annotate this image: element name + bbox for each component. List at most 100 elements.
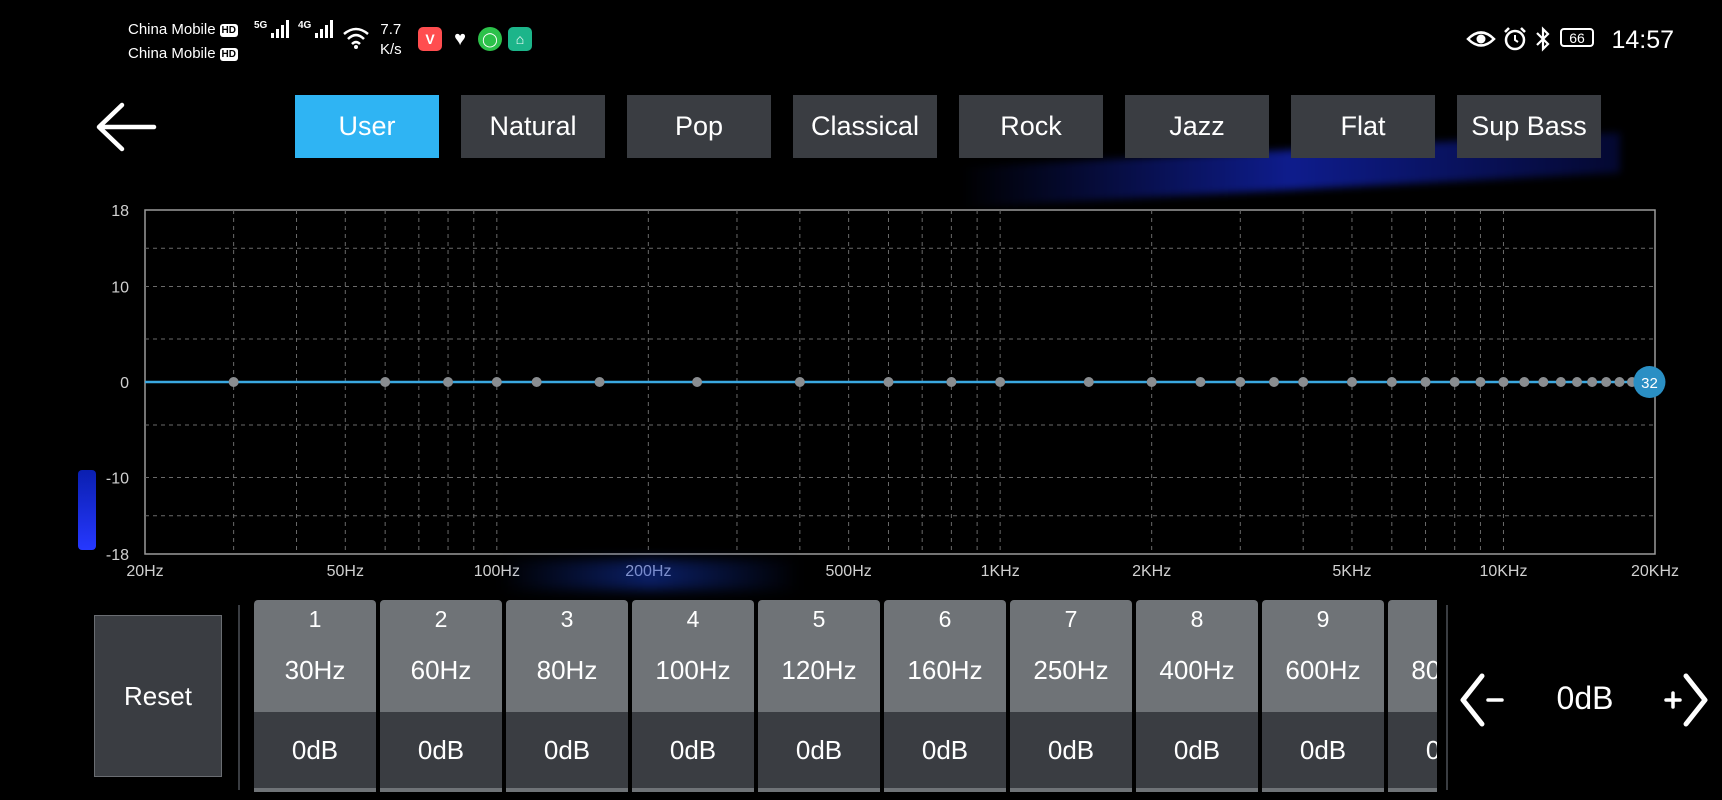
band-header[interactable]: 3 80Hz	[506, 600, 628, 712]
eq-curve-chart[interactable]: 18100-10-18 20Hz50Hz100Hz200Hz500Hz1KHz2…	[0, 190, 1722, 590]
signal-icon: 4G	[298, 20, 334, 38]
eq-point[interactable]	[794, 377, 805, 387]
band-header[interactable]: 9 600Hz	[1262, 600, 1384, 712]
carrier-name: China Mobile	[128, 45, 216, 62]
eq-point[interactable]	[1614, 377, 1625, 387]
band-header[interactable]: 4 100Hz	[632, 600, 754, 712]
band-item[interactable]: 2 60Hz 0dB	[380, 600, 502, 792]
eq-point[interactable]	[1572, 377, 1583, 387]
back-arrow-icon[interactable]	[94, 102, 158, 152]
eq-point[interactable]	[995, 377, 1006, 387]
eq-point[interactable]	[228, 377, 239, 387]
preset-tab-classical[interactable]: Classical	[793, 95, 937, 158]
gain-value: 0dB	[1556, 680, 1614, 716]
increase-gain-button[interactable]	[1660, 672, 1710, 728]
eq-point[interactable]	[1195, 377, 1206, 387]
carrier-info: China Mobile HD China Mobile HD	[128, 18, 238, 66]
band-frequency: 400Hz	[1159, 655, 1235, 685]
decrease-gain-button[interactable]	[1458, 672, 1508, 728]
preset-tab-user[interactable]: User	[295, 95, 439, 158]
eq-point[interactable]	[443, 377, 454, 387]
eq-point[interactable]	[1298, 377, 1309, 387]
battery-indicator: 66	[1560, 28, 1594, 47]
band-frequency: 250Hz	[1033, 655, 1109, 685]
band-gain: 0dB	[1010, 712, 1132, 792]
eq-point[interactable]	[946, 377, 957, 387]
network-type: 5G	[254, 20, 268, 31]
band-index: 9	[1316, 606, 1330, 632]
eq-point[interactable]	[1538, 377, 1549, 387]
eq-point[interactable]	[1083, 377, 1094, 387]
band-gain: 0dB	[506, 712, 628, 792]
band-item[interactable]: 5 120Hz 0dB	[758, 600, 880, 792]
eq-point[interactable]	[594, 377, 605, 387]
band-item[interactable]: 1 30Hz 0dB	[254, 600, 376, 792]
band-header[interactable]: 2 60Hz	[380, 600, 502, 712]
preset-tab-sup-bass[interactable]: Sup Bass	[1457, 95, 1601, 158]
band-index: 10	[1436, 606, 1437, 633]
band-header[interactable]: 5 120Hz	[758, 600, 880, 712]
eq-point[interactable]	[1587, 377, 1598, 387]
band-header[interactable]: 8 400Hz	[1136, 600, 1258, 712]
band-item[interactable]: 8 400Hz 0dB	[1136, 600, 1258, 792]
band-gain: 0dB	[758, 712, 880, 792]
eq-point[interactable]	[491, 377, 502, 387]
eq-point[interactable]	[531, 377, 542, 387]
x-tick-label: 20KHz	[1631, 563, 1679, 580]
preset-tab-jazz[interactable]: Jazz	[1125, 95, 1269, 158]
eq-point[interactable]	[1235, 377, 1246, 387]
band-index: 1	[308, 606, 322, 632]
band-item[interactable]: 6 160Hz 0dB	[884, 600, 1006, 792]
band-header[interactable]: 10 800Hz	[1388, 600, 1437, 712]
eq-point[interactable]	[883, 377, 894, 387]
eq-point[interactable]	[692, 377, 703, 387]
preset-tabs: User Natural Pop Classical Rock Jazz Fla…	[295, 95, 1601, 158]
hd-badge: HD	[219, 23, 238, 37]
preset-tab-pop[interactable]: Pop	[627, 95, 771, 158]
health-icon: ♥	[454, 27, 466, 50]
eq-point[interactable]	[1420, 377, 1431, 387]
selected-point-label: 32	[1641, 375, 1658, 392]
eq-point[interactable]	[1386, 377, 1397, 387]
band-item[interactable]: 9 600Hz 0dB	[1262, 600, 1384, 792]
eq-point[interactable]	[1475, 377, 1486, 387]
band-item[interactable]: 3 80Hz 0dB	[506, 600, 628, 792]
eq-point[interactable]	[1555, 377, 1566, 387]
band-header[interactable]: 1 30Hz	[254, 600, 376, 712]
eq-point[interactable]	[380, 377, 391, 387]
preset-tab-natural[interactable]: Natural	[461, 95, 605, 158]
band-item[interactable]: 7 250Hz 0dB	[1010, 600, 1132, 792]
band-index: 7	[1064, 606, 1078, 632]
band-header[interactable]: 7 250Hz	[1010, 600, 1132, 712]
y-tick-label: 18	[111, 203, 129, 220]
wifi-icon	[343, 27, 369, 49]
band-header[interactable]: 6 160Hz	[884, 600, 1006, 712]
preset-tab-rock[interactable]: Rock	[959, 95, 1103, 158]
x-tick-label: 1KHz	[981, 563, 1020, 580]
eq-point[interactable]	[1498, 377, 1509, 387]
band-item[interactable]: 10 800Hz 0dB	[1388, 600, 1437, 792]
eq-point[interactable]	[1146, 377, 1157, 387]
eq-point[interactable]	[1268, 377, 1279, 387]
x-tick-label: 2KHz	[1132, 563, 1171, 580]
band-gain: 0dB	[1262, 712, 1384, 792]
band-index: 8	[1190, 606, 1204, 632]
band-list[interactable]: 1 30Hz 0dB 2 60Hz 0dB 3 80Hz 0dB 4 100Hz 0dB 5 120Hz 0…	[254, 600, 1437, 800]
eq-point[interactable]	[1519, 377, 1530, 387]
message-icon: ◯	[478, 27, 502, 51]
eq-point[interactable]	[1449, 377, 1460, 387]
x-tick-label: 20Hz	[126, 563, 163, 580]
y-tick-label: 0	[120, 375, 129, 392]
eq-point[interactable]	[1346, 377, 1357, 387]
preset-tab-flat[interactable]: Flat	[1291, 95, 1435, 158]
status-bar: China Mobile HD China Mobile HD 5G 4G 7.7 …	[0, 0, 1722, 80]
reset-button[interactable]: Reset	[94, 615, 222, 777]
band-item[interactable]: 4 100Hz 0dB	[632, 600, 754, 792]
band-frequency: 120Hz	[781, 655, 857, 685]
network-type: 4G	[298, 20, 312, 31]
band-index: 6	[938, 606, 952, 632]
eq-point[interactable]	[1601, 377, 1612, 387]
y-axis-labels: 18 10 0 -10 -18	[106, 203, 129, 564]
vivo-app-icon: V	[418, 27, 442, 51]
band-gain: 0dB	[632, 712, 754, 792]
